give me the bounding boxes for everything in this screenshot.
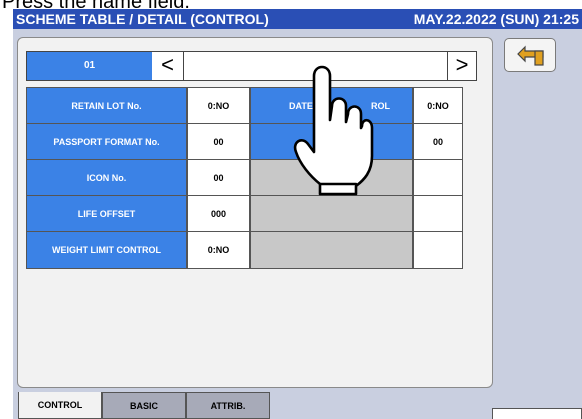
back-button[interactable] <box>504 38 556 72</box>
row-value-date-control[interactable]: 0:NO <box>413 87 463 125</box>
row-value-passport-format[interactable]: 00 <box>187 123 250 161</box>
row-value-retain-lot[interactable]: 0:NO <box>187 87 250 125</box>
title-bar: SCHEME TABLE / DETAIL (CONTROL) MAY.22.2… <box>13 9 582 29</box>
row-label-life-offset: LIFE OFFSET <box>26 195 187 233</box>
tab-attrib[interactable]: ATTRIB. <box>186 392 270 419</box>
empty-gray-cell <box>250 231 413 269</box>
date-time: MAY.22.2022 (SUN) 21:25 <box>413 11 579 27</box>
pointing-hand-icon <box>293 65 374 196</box>
status-box <box>492 408 582 419</box>
row-label-weight-limit: WEIGHT LIMIT CONTROL <box>26 231 187 269</box>
record-code: 01 <box>27 52 152 80</box>
row-value-life-offset[interactable]: 000 <box>187 195 250 233</box>
empty-value-cell <box>413 231 463 269</box>
row-value-weight-limit[interactable]: 0:NO <box>187 231 250 269</box>
tab-basic[interactable]: BASIC <box>102 392 186 419</box>
row-value-icon-no[interactable]: 00 <box>187 159 250 197</box>
empty-value-cell <box>413 195 463 233</box>
row-value-right-2[interactable]: 00 <box>413 123 463 161</box>
row-label-retain-lot: RETAIN LOT No. <box>26 87 187 125</box>
next-record-button[interactable]: > <box>447 52 476 80</box>
prev-record-button[interactable]: < <box>152 52 184 80</box>
empty-value-cell <box>413 159 463 197</box>
row-label-icon-no: ICON No. <box>26 159 187 197</box>
record-selector: 01 < > <box>26 51 477 81</box>
return-arrow-icon <box>517 45 544 66</box>
tab-control[interactable]: CONTROL <box>18 392 102 419</box>
row-label-passport-format: PASSPORT FORMAT No. <box>26 123 187 161</box>
screen-title: SCHEME TABLE / DETAIL (CONTROL) <box>16 11 269 27</box>
